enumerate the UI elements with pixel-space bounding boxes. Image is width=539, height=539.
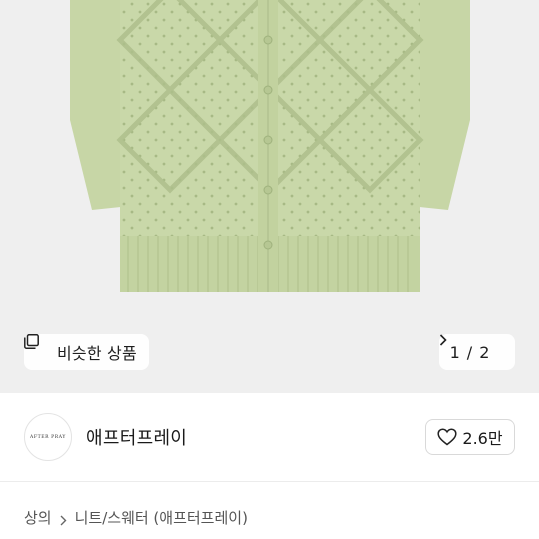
heart-outline-icon xyxy=(437,428,457,446)
like-button[interactable]: 2.6만 xyxy=(425,419,515,455)
pager-separator: / xyxy=(466,342,473,362)
chevron-right-icon xyxy=(60,512,67,526)
product-image[interactable]: 비슷한 상품 1 / 2 xyxy=(0,0,539,393)
divider xyxy=(0,481,539,482)
chevron-right-icon xyxy=(439,334,504,358)
like-count: 2.6만 xyxy=(462,429,503,448)
breadcrumb: 상의 니트/스웨터 (애프터프레이) xyxy=(24,507,248,528)
pager-current: 1 xyxy=(449,342,460,362)
seller-logo-text: AFTER PRAY xyxy=(30,434,66,440)
breadcrumb-level2[interactable]: 니트/스웨터 (애프터프레이) xyxy=(75,507,248,528)
seller-name[interactable]: 애프터프레이 xyxy=(86,424,187,450)
breadcrumb-level1[interactable]: 상의 xyxy=(24,507,52,528)
similar-items-label: 비슷한 상품 xyxy=(57,344,137,363)
pager-total: 2 xyxy=(479,342,490,362)
similar-items-button[interactable]: 비슷한 상품 xyxy=(24,334,149,370)
similar-items-icon xyxy=(24,334,50,360)
seller-avatar[interactable]: AFTER PRAY xyxy=(24,413,72,461)
image-pager[interactable]: 1 / 2 xyxy=(439,334,515,370)
seller-row: AFTER PRAY 애프터프레이 2.6만 xyxy=(0,393,539,481)
